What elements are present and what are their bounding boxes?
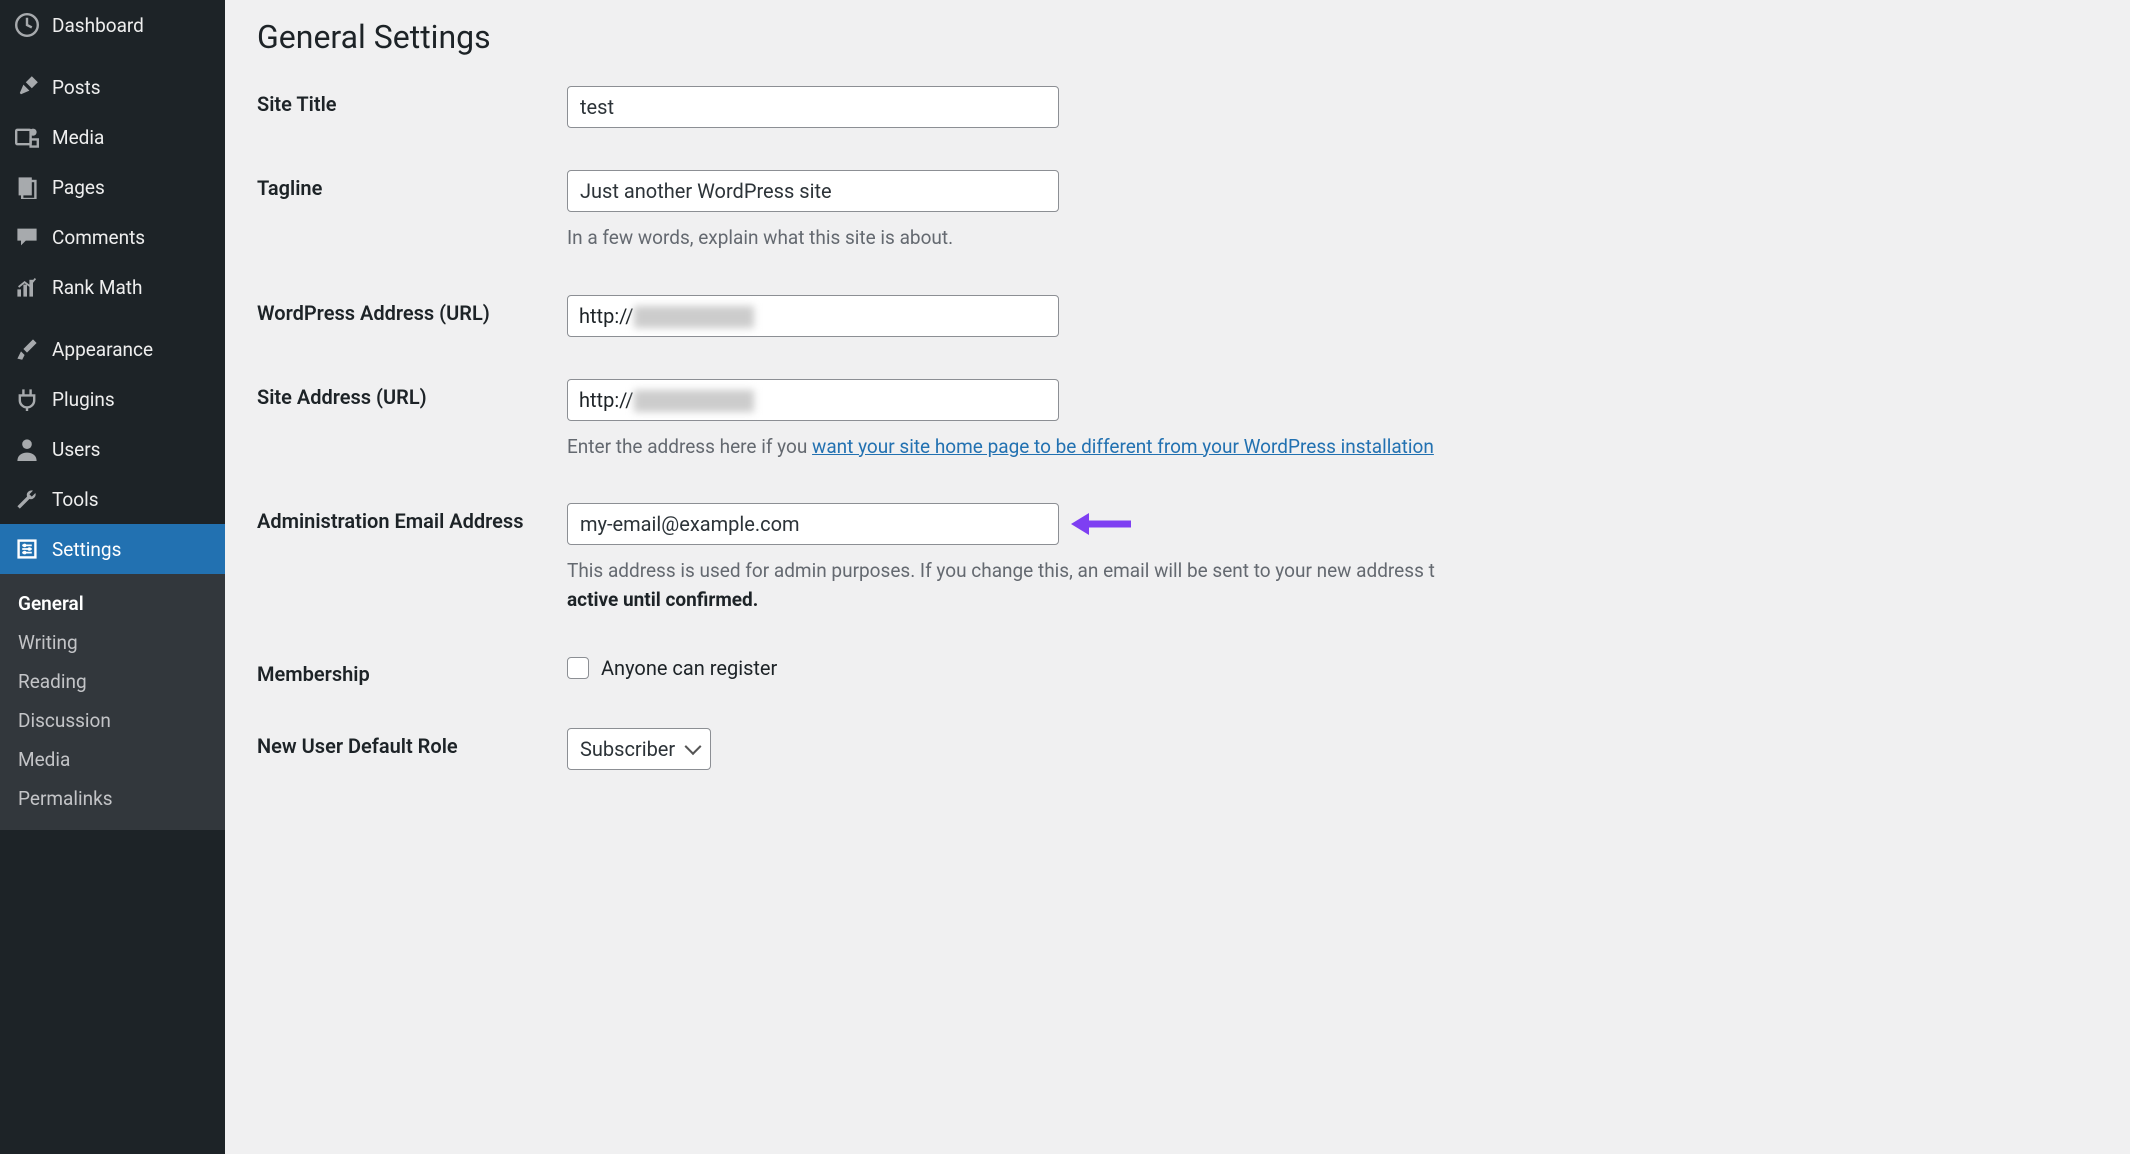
row-default-role: New User Default Role Subscriber: [257, 728, 2130, 770]
site-url-input[interactable]: [567, 379, 1059, 421]
sidebar-item-label: Comments: [52, 226, 145, 249]
plug-icon: [14, 386, 40, 412]
pages-icon: [14, 174, 40, 200]
sidebar-item-users[interactable]: Users: [0, 424, 225, 474]
comment-icon: [14, 224, 40, 250]
page-title: General Settings: [257, 18, 2130, 56]
tagline-input[interactable]: [567, 170, 1059, 212]
sidebar-item-plugins[interactable]: Plugins: [0, 374, 225, 424]
site-title-input[interactable]: [567, 86, 1059, 128]
row-membership: Membership Anyone can register: [257, 656, 2130, 686]
sidebar-item-label: Settings: [52, 538, 121, 561]
sidebar-item-posts[interactable]: Posts: [0, 62, 225, 112]
row-site-title: Site Title: [257, 86, 2130, 128]
sidebar-item-pages[interactable]: Pages: [0, 162, 225, 212]
sidebar-item-media[interactable]: Media: [0, 112, 225, 162]
row-tagline: Tagline In a few words, explain what thi…: [257, 170, 2130, 253]
admin-email-desc: This address is used for admin purposes.…: [567, 557, 2130, 614]
membership-checkbox-wrap[interactable]: Anyone can register: [567, 656, 2130, 680]
dashboard-icon: [14, 12, 40, 38]
sidebar-item-comments[interactable]: Comments: [0, 212, 225, 262]
sidebar-item-label: Dashboard: [52, 14, 144, 37]
sidebar-item-label: Appearance: [52, 338, 153, 361]
sidebar-item-label: Rank Math: [52, 276, 142, 299]
sidebar-item-label: Plugins: [52, 388, 115, 411]
arrow-annotation-icon: [1067, 509, 1133, 539]
sidebar-item-tools[interactable]: Tools: [0, 474, 225, 524]
media-icon: [14, 124, 40, 150]
sidebar-item-label: Media: [52, 126, 104, 149]
row-wp-url: WordPress Address (URL) http://: [257, 295, 2130, 337]
row-site-url: Site Address (URL) http:// Enter the add…: [257, 379, 2130, 462]
label-membership: Membership: [257, 656, 567, 686]
submenu-permalinks[interactable]: Permalinks: [0, 779, 225, 818]
row-admin-email: Administration Email Address This addres…: [257, 503, 2130, 614]
label-default-role: New User Default Role: [257, 728, 567, 758]
admin-email-input[interactable]: [567, 503, 1059, 545]
admin-sidebar: Dashboard Posts Media Pages Comments Ran…: [0, 0, 225, 1154]
submenu-writing[interactable]: Writing: [0, 623, 225, 662]
default-role-select[interactable]: Subscriber: [567, 728, 711, 770]
membership-checkbox[interactable]: [567, 657, 589, 679]
sidebar-item-label: Tools: [52, 488, 99, 511]
main-content: General Settings Site Title Tagline In a…: [225, 0, 2130, 1154]
label-admin-email: Administration Email Address: [257, 503, 567, 533]
sidebar-item-dashboard[interactable]: Dashboard: [0, 0, 225, 50]
submenu-reading[interactable]: Reading: [0, 662, 225, 701]
submenu-discussion[interactable]: Discussion: [0, 701, 225, 740]
site-url-help-link[interactable]: want your site home page to be different…: [812, 435, 1434, 458]
sidebar-item-label: Users: [52, 438, 100, 461]
wrench-icon: [14, 486, 40, 512]
label-wp-url: WordPress Address (URL): [257, 295, 567, 325]
site-url-desc: Enter the address here if you want your …: [567, 433, 2130, 462]
tagline-desc: In a few words, explain what this site i…: [567, 224, 2130, 253]
pin-icon: [14, 74, 40, 100]
label-tagline: Tagline: [257, 170, 567, 200]
brush-icon: [14, 336, 40, 362]
sidebar-item-label: Posts: [52, 76, 101, 99]
label-site-title: Site Title: [257, 86, 567, 116]
label-site-url: Site Address (URL): [257, 379, 567, 409]
sliders-icon: [14, 536, 40, 562]
sidebar-item-label: Pages: [52, 176, 105, 199]
sidebar-item-settings[interactable]: Settings: [0, 524, 225, 574]
submenu-media[interactable]: Media: [0, 740, 225, 779]
sidebar-submenu: General Writing Reading Discussion Media…: [0, 574, 225, 830]
sidebar-item-appearance[interactable]: Appearance: [0, 324, 225, 374]
chart-icon: [14, 274, 40, 300]
user-icon: [14, 436, 40, 462]
submenu-general[interactable]: General: [0, 584, 225, 623]
sidebar-item-rankmath[interactable]: Rank Math: [0, 262, 225, 312]
wp-url-input[interactable]: [567, 295, 1059, 337]
membership-checkbox-label: Anyone can register: [601, 656, 777, 680]
